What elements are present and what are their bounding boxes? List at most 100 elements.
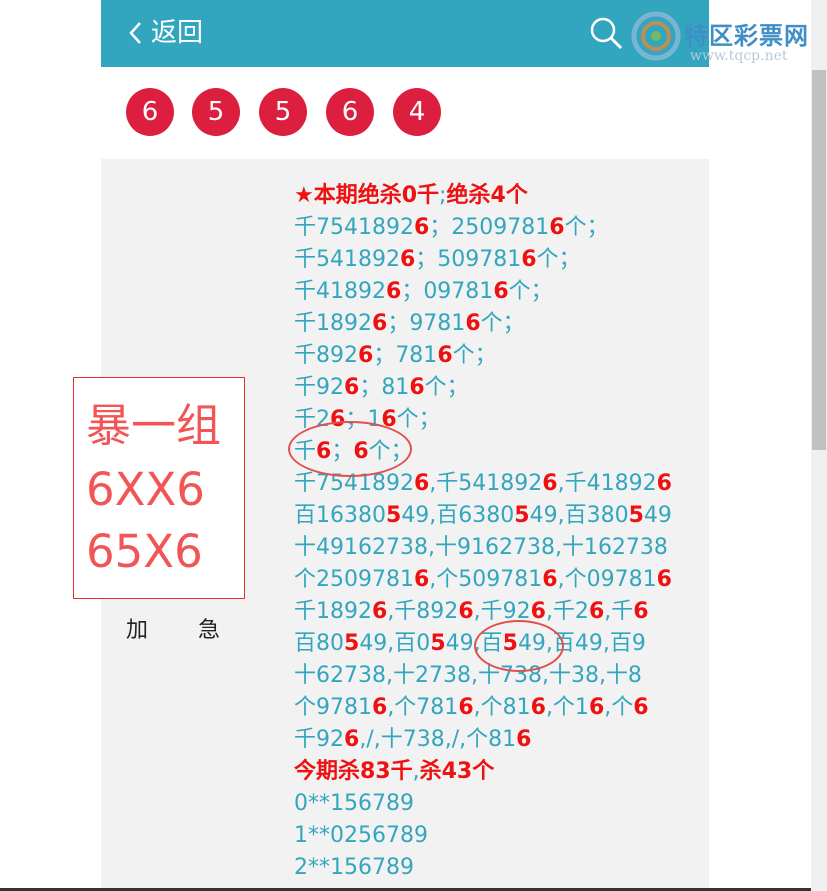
highlight-text: 6 xyxy=(588,599,605,624)
highlight-text: 6 xyxy=(542,471,558,496)
highlight-text: 5 xyxy=(430,631,446,656)
highlight-text: 6 xyxy=(399,247,416,272)
text-line: 个25097816,个5097816,个097816 xyxy=(294,564,694,596)
ball: 5 xyxy=(192,88,240,136)
line-text: 个； xyxy=(536,247,581,272)
highlight-text: 6 xyxy=(549,215,565,240)
text-line: 今期杀83千,杀43个 xyxy=(294,756,694,788)
line-text: , xyxy=(412,759,420,784)
highlight-box: 暴一组 6XX6 65X6 xyxy=(73,377,245,599)
line-text: 2**156789 xyxy=(294,855,414,880)
text-line: 千18926；97816个； xyxy=(294,308,694,340)
highlight-text: 5 xyxy=(628,503,644,528)
text-line: 千418926；097816个； xyxy=(294,276,694,308)
text-line: 1**0256789 xyxy=(294,820,694,852)
text-line: 个97816,个7816,个816,个16,个6 xyxy=(294,692,694,724)
line-text: 49,百6380 xyxy=(401,503,515,528)
text-line: 千5418926；5097816个； xyxy=(294,244,694,276)
highlight-text: ★本期绝杀0千 xyxy=(294,183,440,208)
text-line: 0**156789 xyxy=(294,788,694,820)
highlight-text: 6 xyxy=(409,375,425,400)
highlight-text: 6 xyxy=(530,599,546,624)
highlight-text: 6 xyxy=(386,279,402,304)
line-text: 49 xyxy=(643,503,672,528)
highlight-text: 6 xyxy=(413,471,430,496)
highlight-text: 5 xyxy=(386,503,402,528)
line-text: ,千541892 xyxy=(429,471,543,496)
highlight-text: 6 xyxy=(344,727,360,752)
highlight-line: 暴一组 xyxy=(86,399,222,452)
line-text: ,个509781 xyxy=(429,567,543,592)
back-label: 返回 xyxy=(151,18,204,48)
highlight-text: 杀43个 xyxy=(419,759,495,784)
text-line: 千926,/,十738,/,个816 xyxy=(294,724,694,756)
text-line: 十49162738,十9162738,十162738 xyxy=(294,532,694,564)
highlight-text: 6 xyxy=(493,279,509,304)
tag-label: 加 xyxy=(126,618,149,643)
line-text: ,千892 xyxy=(387,599,459,624)
highlight-text: 今期杀83千 xyxy=(294,759,413,784)
highlight-text: 6 xyxy=(633,599,649,624)
highlight-text: 5 xyxy=(514,503,530,528)
search-icon[interactable] xyxy=(589,16,623,50)
highlight-text: 6 xyxy=(458,599,474,624)
text-line: 千8926；7816个； xyxy=(294,340,694,372)
highlight-text: 6 xyxy=(413,215,430,240)
line-text: 个； xyxy=(452,343,497,368)
highlight-text: 6 xyxy=(516,727,532,752)
header-bar: 返回 xyxy=(101,0,709,67)
watermark-url: www.tqcp.net xyxy=(690,48,788,64)
line-text: 千1892 xyxy=(294,599,372,624)
line-text: 十62738,十2738,十738,十38,十8 xyxy=(294,663,642,688)
scrollbar-thumb[interactable] xyxy=(812,70,826,450)
highlight-text: 6 xyxy=(656,567,672,592)
line-text: 百80 xyxy=(294,631,344,656)
highlight-line: 6XX6 xyxy=(86,463,205,516)
line-text: 0**156789 xyxy=(294,791,414,816)
highlight-text: 6 xyxy=(372,311,388,336)
ball: 5 xyxy=(259,88,307,136)
annotation-circle xyxy=(288,421,412,477)
highlight-text: 6 xyxy=(413,567,430,592)
highlight-text: 6 xyxy=(458,695,474,720)
line-text: ,千41892 xyxy=(557,471,657,496)
annotation-circle xyxy=(474,620,564,672)
text-line: 千75418926；25097816个； xyxy=(294,212,694,244)
line-text: ；81 xyxy=(359,375,410,400)
line-text: ,个781 xyxy=(387,695,459,720)
line-text: 十49162738,十9162738,十162738 xyxy=(294,535,668,560)
highlight-text: 5 xyxy=(344,631,360,656)
line-text: ；509781 xyxy=(415,247,522,272)
highlight-text: 6 xyxy=(372,695,388,720)
back-button[interactable]: 返回 xyxy=(127,18,203,48)
line-text: 个9781 xyxy=(294,695,372,720)
line-text: 百16380 xyxy=(294,503,386,528)
ball: 6 xyxy=(126,88,174,136)
watermark-logo-icon xyxy=(631,11,681,61)
line-text: ,个1 xyxy=(545,695,589,720)
highlight-text: 6 xyxy=(588,695,605,720)
line-text: 千7541892 xyxy=(294,215,414,240)
line-text: 千92 xyxy=(294,375,344,400)
line-text: 个； xyxy=(424,375,469,400)
line-text: 千1892 xyxy=(294,311,372,336)
line-text: ；09781 xyxy=(401,279,494,304)
line-text: 49,百380 xyxy=(529,503,629,528)
line-text: ,/,十738,/,个81 xyxy=(359,727,517,752)
watermark: 特区彩票网 www.tqcp.net xyxy=(628,8,824,66)
text-line: 千926；816个； xyxy=(294,372,694,404)
text-line: 2**156789 xyxy=(294,852,694,884)
highlight-text: 6 xyxy=(633,695,649,720)
text-line: ★本期绝杀0千;绝杀4个 xyxy=(294,180,694,212)
highlight-text: 6 xyxy=(372,599,388,624)
line-text: 个； xyxy=(396,407,441,432)
line-text: 49,百0 xyxy=(359,631,431,656)
line-text: ；9781 xyxy=(387,311,466,336)
line-text: 个； xyxy=(508,279,553,304)
highlight-text: 6 xyxy=(530,695,546,720)
line-text: 1**0256789 xyxy=(294,823,428,848)
line-text: ,千2 xyxy=(545,599,589,624)
highlight-text: 绝杀4个 xyxy=(446,183,528,208)
highlight-line: 65X6 xyxy=(86,525,203,578)
line-text: ；781 xyxy=(373,343,438,368)
